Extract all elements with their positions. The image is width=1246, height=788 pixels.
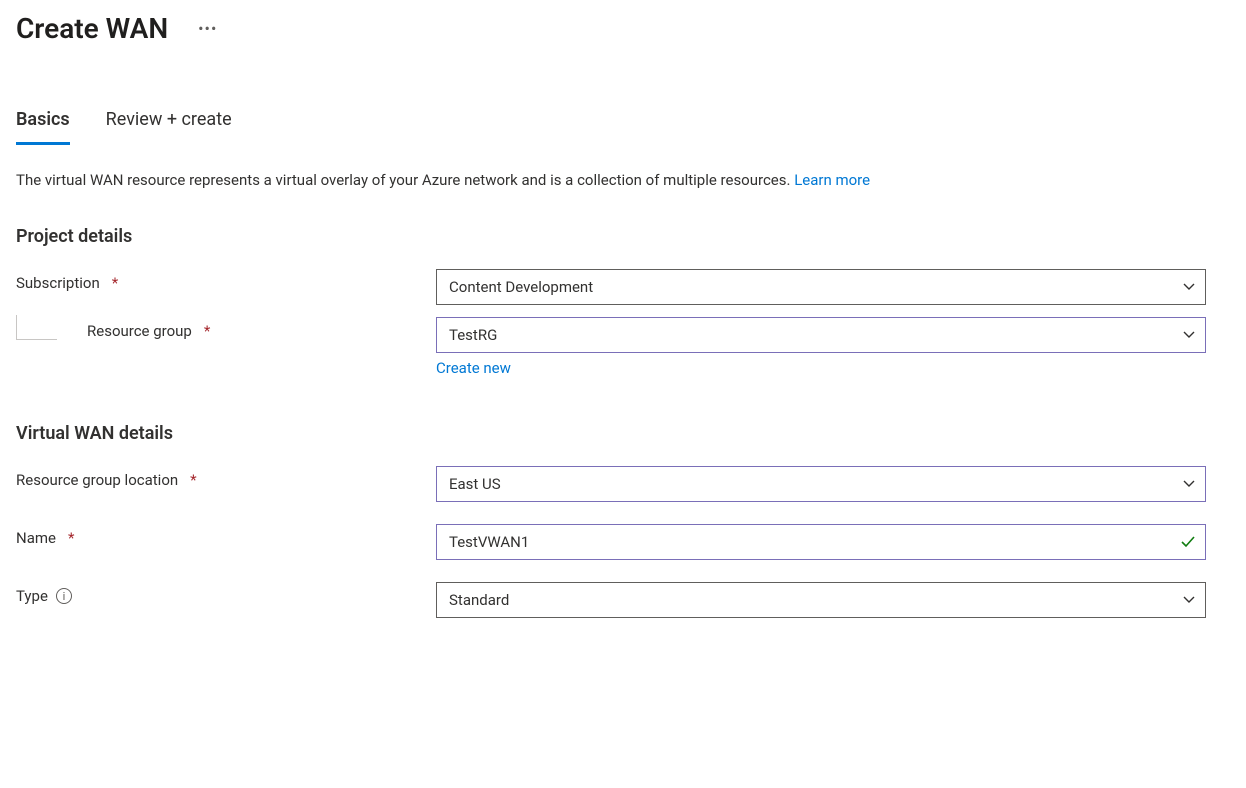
label-type: Type i (16, 582, 436, 605)
row-subscription: Subscription* Content Development (16, 269, 1230, 305)
section-title-wan-details: Virtual WAN details (16, 423, 1230, 444)
tab-review-create[interactable]: Review + create (106, 105, 232, 145)
label-subscription: Subscription* (16, 269, 436, 292)
description-body: The virtual WAN resource represents a vi… (16, 171, 794, 189)
chevron-down-icon (1182, 477, 1196, 491)
label-name: Name* (16, 524, 436, 547)
required-asterisk: * (112, 274, 118, 292)
required-asterisk: * (190, 471, 196, 489)
subscription-select[interactable]: Content Development (436, 269, 1206, 305)
page-title: Create WAN (16, 12, 168, 45)
description-text: The virtual WAN resource represents a vi… (16, 169, 1230, 192)
tabs: Basics Review + create (16, 105, 1230, 145)
chevron-down-icon (1182, 328, 1196, 342)
name-input[interactable]: TestVWAN1 (436, 524, 1206, 560)
more-icon[interactable]: ••• (192, 15, 223, 42)
chevron-down-icon (1182, 280, 1196, 294)
check-icon (1180, 534, 1196, 550)
label-resource-group: Resource group* (16, 317, 436, 340)
label-location: Resource group location* (16, 466, 436, 489)
required-asterisk: * (204, 322, 210, 340)
row-type: Type i Standard (16, 582, 1230, 618)
page-header: Create WAN ••• (16, 12, 1230, 45)
info-icon[interactable]: i (56, 588, 72, 604)
row-name: Name* TestVWAN1 (16, 524, 1230, 560)
tab-basics[interactable]: Basics (16, 105, 70, 145)
create-new-link[interactable]: Create new (436, 359, 511, 377)
required-asterisk: * (68, 529, 74, 547)
resource-group-select[interactable]: TestRG (436, 317, 1206, 353)
section-title-project-details: Project details (16, 226, 1230, 247)
location-select[interactable]: East US (436, 466, 1206, 502)
row-resource-group: Resource group* TestRG Create new (16, 317, 1230, 377)
chevron-down-icon (1182, 593, 1196, 607)
learn-more-link[interactable]: Learn more (794, 171, 870, 189)
row-location: Resource group location* East US (16, 466, 1230, 502)
type-select[interactable]: Standard (436, 582, 1206, 618)
